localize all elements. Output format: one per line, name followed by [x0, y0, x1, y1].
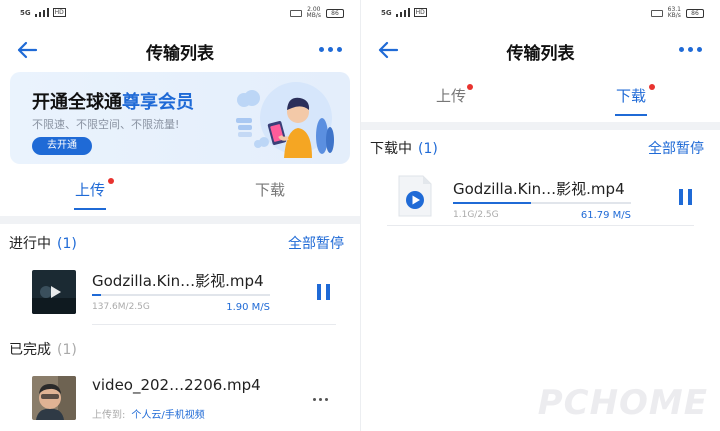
upload-destination: 上传到: 个人云/手机视频 [92, 406, 205, 421]
item-divider [92, 324, 336, 325]
battery-icon: 86 [686, 8, 704, 18]
net-speed: 2.00 MB/s [307, 7, 321, 19]
tab-upload-label: 上传 [435, 87, 466, 105]
transfer-tabs: 上传 下载 [0, 164, 360, 216]
hd-badge: HD [413, 8, 427, 17]
net-speed-unit: KB/s [667, 12, 681, 19]
watermark-logo: PCHOME [537, 383, 708, 423]
net-speed: 63.1 KB/s [668, 7, 681, 19]
network-type: 5G [381, 9, 392, 17]
file-name: Godzilla.Kin…影视.mp4 [453, 180, 625, 198]
more-icon[interactable] [679, 47, 702, 52]
notification-dot [649, 84, 655, 90]
vibrate-icon [650, 9, 663, 17]
more-icon[interactable] [319, 47, 342, 52]
pause-icon[interactable] [317, 284, 331, 300]
battery-level: 86 [331, 9, 339, 17]
promo-title: 开通全球通尊享会员 [32, 88, 194, 114]
tab-upload[interactable]: 上传 [361, 70, 541, 122]
tab-download-label: 下载 [254, 181, 285, 199]
page-title: 传输列表 [146, 44, 214, 64]
downloading-text: 下载中 [370, 141, 412, 157]
upload-progress-fill [92, 294, 101, 296]
section-divider [0, 216, 360, 224]
activate-button[interactable]: 去开通 [32, 137, 92, 155]
item-divider [387, 225, 694, 226]
battery-icon: 86 [326, 8, 344, 18]
transfer-tabs: 上传 下载 [361, 70, 720, 122]
promo-title-plain: 开通全球通 [32, 92, 122, 113]
upload-destination-path[interactable]: 个人云/手机视频 [131, 410, 204, 421]
completed-count: (1) [57, 342, 77, 358]
video-thumbnail [32, 376, 76, 420]
notification-dot [108, 178, 114, 184]
upload-progress-bar [92, 294, 270, 296]
download-progress-fill [453, 202, 532, 204]
status-bar: 5G HD 2.00 MB/s 86 [0, 0, 360, 28]
status-bar: 5G HD 63.1 KB/s 86 [361, 0, 720, 28]
tab-upload-label: 上传 [74, 181, 105, 199]
downloading-label: 下载中 (1) [370, 138, 438, 158]
signal-icon: 5G HD [20, 8, 66, 17]
active-tab-indicator [74, 208, 106, 210]
upload-destination-label: 上传到: [92, 410, 126, 421]
upload-item[interactable]: Godzilla.Kin…影视.mp4 137.6M/2.5G 1.90 M/S [0, 262, 360, 324]
upload-screen: 5G HD 2.00 MB/s 86 传输列表 开通全球通尊享会员 不限速、不限… [0, 0, 360, 431]
tab-download[interactable]: 下载 [180, 164, 360, 216]
signal-icon: 5G HD [381, 8, 427, 17]
downloading-count: (1) [418, 141, 438, 157]
vibrate-icon [289, 9, 302, 17]
completed-item[interactable]: video_202…2206.mp4 上传到: 个人云/手机视频 [0, 368, 360, 430]
title-bar: 传输列表 [0, 30, 360, 70]
download-item[interactable]: Godzilla.Kin…影视.mp4 1.1G/2.5G 61.79 M/S [361, 170, 720, 232]
in-progress-label: 进行中 (1) [9, 233, 77, 253]
download-progress-bar [453, 202, 631, 204]
title-bar: 传输列表 [361, 30, 720, 70]
completed-text: 已完成 [9, 342, 51, 358]
hd-badge: HD [52, 8, 66, 17]
tab-download[interactable]: 下载 [541, 70, 720, 122]
section-divider [361, 122, 720, 130]
pause-icon[interactable] [679, 189, 693, 205]
completed-header: 已完成 (1) [0, 337, 360, 359]
battery-level: 86 [691, 9, 699, 17]
active-tab-indicator [615, 114, 647, 116]
network-type: 5G [20, 9, 31, 17]
page-title: 传输列表 [506, 44, 575, 64]
notification-dot [467, 84, 473, 90]
tab-upload[interactable]: 上传 [0, 164, 180, 216]
net-speed-unit: MB/s [306, 12, 321, 19]
promo-title-highlight: 尊享会员 [122, 92, 194, 113]
promo-subtitle: 不限速、不限空间、不限流量! [32, 118, 180, 131]
video-file-icon [398, 175, 432, 217]
transfer-speed: 1.90 M/S [226, 302, 270, 313]
promo-illustration [236, 82, 334, 158]
completed-label: 已完成 (1) [9, 339, 77, 359]
in-progress-header: 进行中 (1) 全部暂停 [0, 231, 360, 253]
item-more-icon[interactable] [313, 398, 328, 401]
pause-all-button[interactable]: 全部暂停 [288, 233, 344, 253]
in-progress-count: (1) [57, 236, 77, 252]
in-progress-text: 进行中 [9, 236, 51, 252]
file-size: 137.6M/2.5G [92, 302, 150, 312]
file-name: Godzilla.Kin…影视.mp4 [92, 272, 264, 290]
file-size: 1.1G/2.5G [453, 210, 499, 220]
downloading-header: 下载中 (1) 全部暂停 [361, 136, 720, 158]
tab-download-label: 下载 [615, 87, 646, 105]
download-screen: 5G HD 63.1 KB/s 86 传输列表 上传 下载 下载中 (1) 全部… [360, 0, 720, 431]
transfer-speed: 61.79 M/S [580, 210, 631, 221]
pause-all-button[interactable]: 全部暂停 [648, 138, 704, 158]
video-thumbnail [32, 270, 76, 314]
membership-banner[interactable]: 开通全球通尊享会员 不限速、不限空间、不限流量! 去开通 [10, 72, 350, 164]
file-name: video_202…2206.mp4 [92, 376, 261, 394]
